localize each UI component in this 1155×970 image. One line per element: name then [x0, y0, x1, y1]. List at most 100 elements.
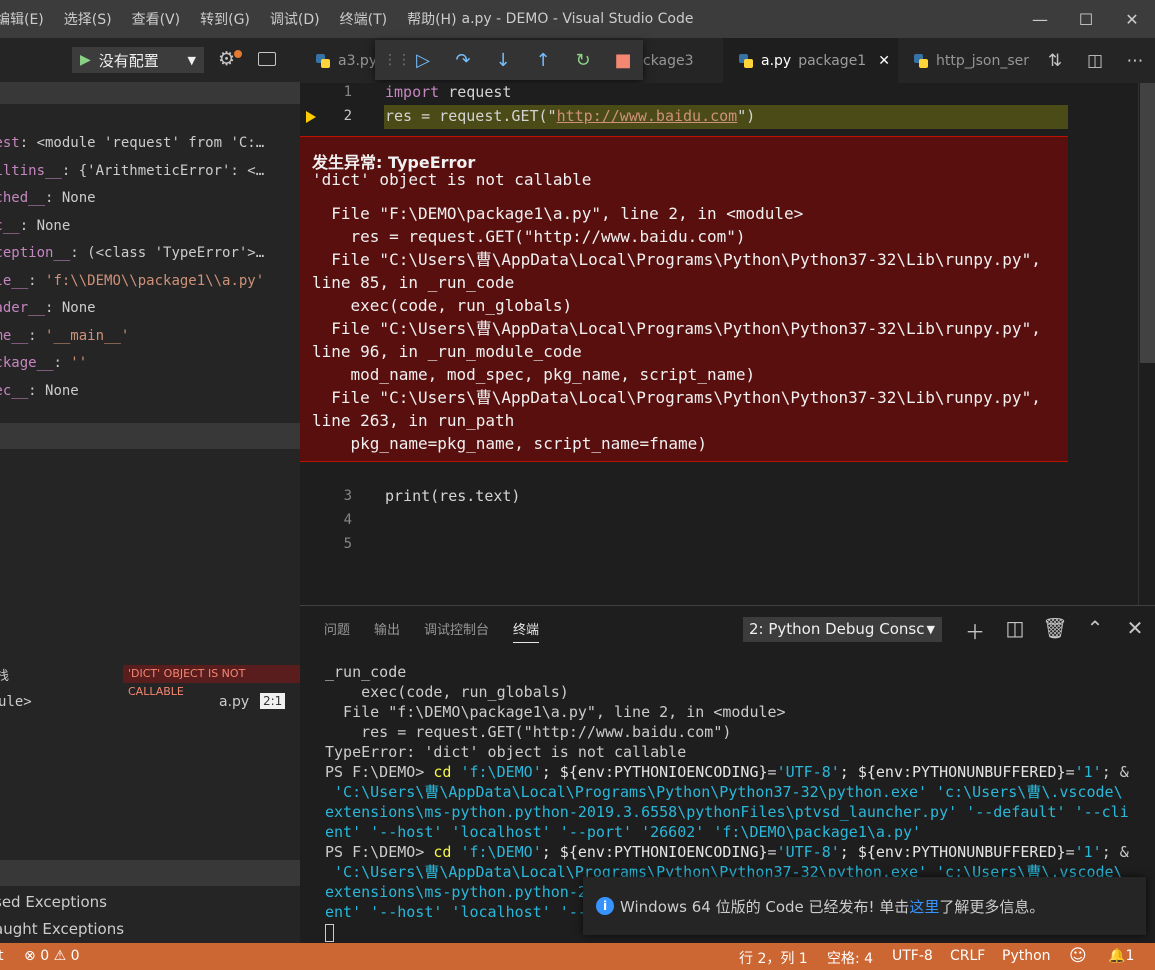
variable-row[interactable]: ile__: 'f:\\DEMO\\package1\\a.py' — [0, 268, 300, 296]
cmd: cd — [433, 763, 452, 781]
tab-debug-console[interactable]: 调试控制台 — [424, 619, 489, 638]
breakpoint-raised-exceptions[interactable]: sed Exceptions — [0, 893, 107, 911]
split-terminal-icon[interactable]: ◫ — [995, 616, 1035, 645]
menu-selection[interactable]: 选择(S) — [54, 9, 122, 29]
arg: '1' — [1074, 763, 1102, 781]
cursor-position[interactable]: 行 2，列 1 — [739, 948, 808, 968]
variable-row[interactable]: pec__: None — [0, 378, 300, 406]
debug-sidebar: ▶ 没有配置 ▼ ⚙ s uest: <module 'request' fro… — [0, 38, 300, 943]
close-window-icon[interactable]: ✕ — [1109, 0, 1155, 38]
tab-problems[interactable]: 问题 — [324, 619, 350, 638]
breakpoint-uncaught-exceptions[interactable]: aught Exceptions — [0, 920, 124, 938]
menu-help[interactable]: 帮助(H) — [397, 9, 466, 29]
drag-handle-icon[interactable]: ⋮⋮ — [383, 52, 411, 68]
step-over-icon[interactable]: ↷ — [443, 50, 483, 71]
arg: 'f:\DEMO' — [451, 763, 542, 781]
callstack-frame[interactable]: ule> a.py 2:1 — [0, 688, 300, 716]
exception-message: 'dict' object is not callable — [312, 170, 592, 189]
frame-name: ule> — [0, 694, 32, 710]
variable-separator: : — [45, 300, 62, 316]
tab-package3[interactable]: ckage3 — [643, 38, 723, 83]
menu-edit[interactable]: 编辑(E) — [0, 9, 54, 29]
variable-name: ame__ — [0, 327, 29, 344]
variable-row[interactable]: oc__: None — [0, 213, 300, 241]
tab-output[interactable]: 输出 — [374, 619, 400, 638]
indentation[interactable]: 空格: 4 — [827, 948, 873, 968]
split-editor-icon[interactable]: ◫ — [1075, 51, 1115, 71]
url-link[interactable]: http://www.baidu.com — [557, 107, 738, 125]
terminal-line: TypeError: 'dict' object is not callable — [325, 743, 687, 761]
menu-go[interactable]: 转到(G) — [190, 9, 260, 29]
maximize-panel-icon[interactable]: ⌃ — [1075, 616, 1115, 645]
menu-view[interactable]: 查看(V) — [122, 9, 191, 29]
terminal-select-value: 2: Python Debug Consc — [749, 620, 925, 638]
scrollbar-thumb[interactable] — [1140, 83, 1155, 363]
variable-name: uiltins__ — [0, 162, 62, 179]
watch-section-header[interactable] — [0, 423, 300, 449]
more-actions-icon[interactable]: ⋯ — [1115, 51, 1155, 71]
stop-icon[interactable]: ■ — [603, 50, 643, 71]
notification-text: Windows 64 位版的 Code 已经发布! 单击 — [620, 897, 910, 916]
variable-row[interactable]: ached__: None — [0, 185, 300, 213]
encoding[interactable]: UTF-8 — [892, 948, 933, 964]
variable-row[interactable]: ame__: '__main__' — [0, 323, 300, 351]
new-terminal-icon[interactable]: ＋ — [955, 616, 995, 645]
variable-row[interactable]: oader__: None — [0, 295, 300, 323]
tab-a3[interactable]: a3.py — [300, 38, 380, 83]
env: ; ${env:PYTHONUNBUFFERED} — [839, 763, 1066, 781]
continue-icon[interactable]: ▷ — [403, 50, 443, 71]
line-number: 1 — [343, 84, 352, 100]
variable-name: oc__ — [0, 217, 20, 234]
line-number: 3 — [343, 488, 352, 504]
tab-label: a3.py — [338, 52, 378, 69]
tab-terminal[interactable]: 终端 — [513, 619, 540, 643]
problems-status[interactable]: ⊗ 0 ⚠ 0 — [24, 948, 80, 964]
restart-icon[interactable]: ↻ — [563, 50, 603, 71]
variable-row[interactable]: xception__: (<class 'TypeError'>… — [0, 240, 300, 268]
variable-row[interactable]: uest: <module 'request' from 'C:… — [0, 130, 300, 158]
launch-config-select[interactable]: ▶ 没有配置 ▼ — [72, 47, 204, 73]
variable-row[interactable]: uiltins__: {'ArithmeticError': <… — [0, 158, 300, 186]
terminal-line: PS F:\DEMO> cd 'f:\DEMO'; ${env:PYTHONIO… — [325, 762, 1129, 782]
notifications-status[interactable]: 🔔1 — [1108, 948, 1134, 964]
notification-dot — [234, 50, 242, 58]
variables-section-header[interactable] — [0, 82, 300, 104]
minimize-icon[interactable]: — — [1017, 0, 1063, 38]
traceback-line: mod_name, mod_spec, pkg_name, script_nam… — [312, 365, 756, 384]
error-icon: ⊗ — [24, 948, 36, 964]
status-debug-fragment[interactable]: t — [0, 948, 4, 964]
frame-position: 2:1 — [260, 693, 286, 709]
tab-http-json-server[interactable]: http_json_ser — [898, 38, 1038, 83]
close-tab-icon[interactable]: ✕ — [878, 53, 890, 69]
code-editor[interactable]: 1 import request 2 res = request.GET("ht… — [300, 83, 1155, 605]
menu-terminal[interactable]: 终端(T) — [330, 9, 397, 29]
trash-icon[interactable]: 🗑 — [1035, 616, 1075, 645]
variable-value: None — [61, 300, 96, 316]
variable-value: None — [36, 217, 71, 234]
bell-icon: 🔔 — [1108, 948, 1126, 964]
variables-scope[interactable]: s — [0, 108, 300, 130]
feedback-smiley-icon[interactable]: ☺ — [1069, 946, 1087, 966]
warning-count: 0 — [70, 948, 80, 964]
op: ; & — [1101, 843, 1129, 861]
variable-row[interactable]: ackage__: '' — [0, 350, 300, 378]
terminal-select[interactable]: 2: Python Debug Consc ▼ — [743, 617, 942, 642]
terminal-cursor — [325, 923, 334, 942]
callstack-thread-row[interactable]: 栈 'DICT' OBJECT IS NOT CALLABLE — [0, 660, 300, 698]
variable-value: (<class 'TypeError'>… — [87, 245, 265, 261]
op: = — [767, 763, 777, 781]
notification-link[interactable]: 这里 — [909, 896, 939, 917]
menu-debug[interactable]: 调试(D) — [260, 9, 330, 29]
step-out-icon[interactable]: ↑ — [523, 50, 563, 71]
tab-a-py[interactable]: a.py package1 ✕ — [723, 38, 898, 83]
breakpoints-section-header[interactable] — [0, 860, 300, 886]
maximize-icon[interactable]: ☐ — [1063, 0, 1109, 38]
step-into-icon[interactable]: ↓ — [483, 50, 523, 71]
line-ending[interactable]: CRLF — [950, 948, 985, 964]
language-mode[interactable]: Python — [1002, 948, 1051, 964]
compare-changes-icon[interactable]: ⇅ — [1035, 51, 1075, 71]
close-panel-icon[interactable]: ✕ — [1115, 616, 1155, 645]
debug-console-icon[interactable] — [258, 52, 276, 66]
exception-widget: 发生异常: TypeError 'dict' object is not cal… — [300, 136, 1068, 462]
start-debug-icon[interactable]: ▶ — [80, 52, 91, 68]
